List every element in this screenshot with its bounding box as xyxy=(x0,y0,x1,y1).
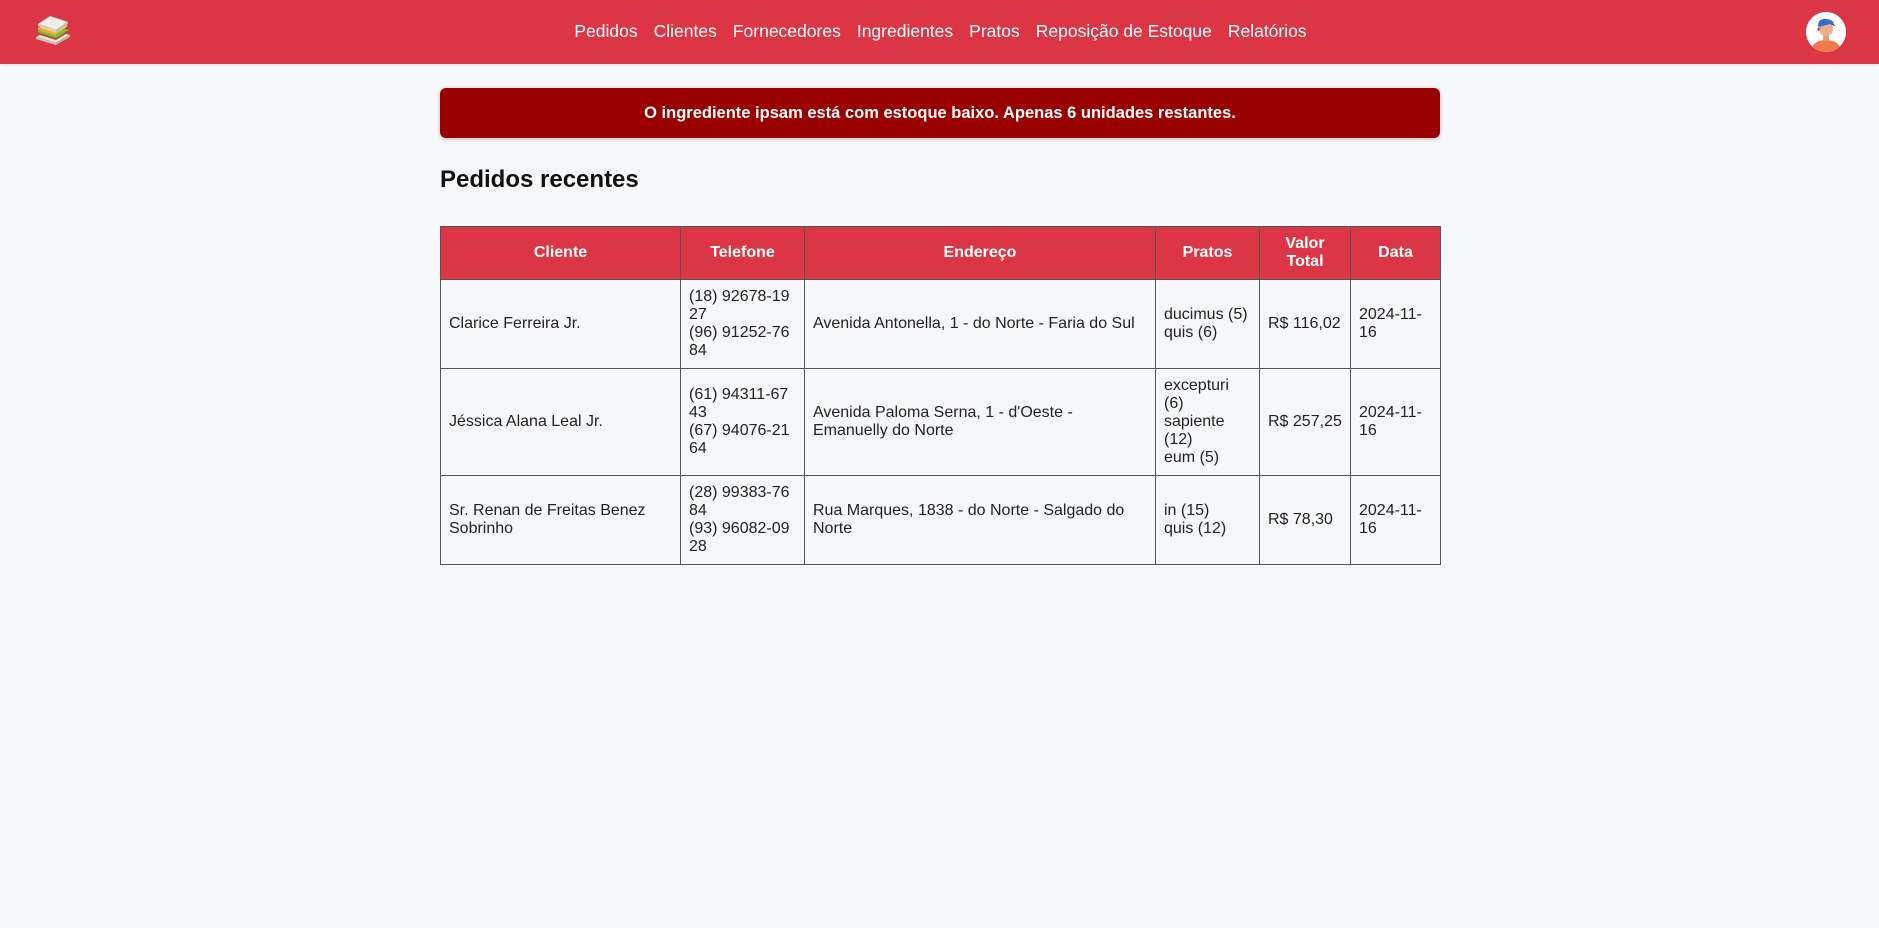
phone-number: (96) 91252-7684 xyxy=(689,324,790,359)
cell-valor-total: R$ 257,25 xyxy=(1259,368,1351,476)
cell-telefone: (28) 99383-7684 (93) 96082-0928 xyxy=(680,475,805,565)
cell-endereco: Avenida Paloma Serna, 1 - d'Oeste - Eman… xyxy=(804,368,1156,476)
cell-pratos: ducimus (5) quis (6) xyxy=(1155,279,1260,369)
cell-valor-total: R$ 78,30 xyxy=(1259,475,1351,565)
phone-number: (61) 94311-6743 xyxy=(689,386,789,421)
table-header-row: Cliente Telefone Endereço Pratos Valor T… xyxy=(440,226,1441,280)
top-navbar: Pedidos Clientes Fornecedores Ingredient… xyxy=(0,0,1879,64)
phone-number: (28) 99383-7684 xyxy=(689,484,790,519)
main-content: O ingrediente ipsam está com estoque bai… xyxy=(440,88,1441,565)
dish-item: quis (12) xyxy=(1164,520,1227,537)
cell-cliente: Jéssica Alana Leal Jr. xyxy=(440,368,681,476)
header-valor-total: Valor Total xyxy=(1259,226,1351,280)
dish-item: quis (6) xyxy=(1164,324,1218,341)
dish-item: excepturi (6) xyxy=(1164,377,1229,412)
table-row: Clarice Ferreira Jr. (18) 92678-1927 (96… xyxy=(440,279,1441,369)
dish-item: sapiente (12) xyxy=(1164,413,1225,448)
main-nav: Pedidos Clientes Fornecedores Ingredient… xyxy=(0,0,1879,64)
page-title: Pedidos recentes xyxy=(440,166,639,193)
cell-data: 2024-11-16 xyxy=(1350,475,1441,565)
header-telefone: Telefone xyxy=(680,226,805,280)
table-row: Sr. Renan de Freitas Benez Sobrinho (28)… xyxy=(440,475,1441,565)
phone-number: (18) 92678-1927 xyxy=(689,288,790,323)
nav-link-fornecedores[interactable]: Fornecedores xyxy=(733,23,841,41)
phone-number: (93) 96082-0928 xyxy=(689,520,790,555)
nav-link-clientes[interactable]: Clientes xyxy=(654,23,717,41)
nav-link-ingredientes[interactable]: Ingredientes xyxy=(857,23,953,41)
cell-data: 2024-11-16 xyxy=(1350,368,1441,476)
low-stock-alert: O ingrediente ipsam está com estoque bai… xyxy=(440,88,1440,138)
cell-cliente: Sr. Renan de Freitas Benez Sobrinho xyxy=(440,475,681,565)
header-cliente: Cliente xyxy=(440,226,681,280)
cell-telefone: (61) 94311-6743 (67) 94076-2164 xyxy=(680,368,805,476)
user-avatar-icon[interactable] xyxy=(1806,12,1846,52)
cell-cliente: Clarice Ferreira Jr. xyxy=(440,279,681,369)
cell-pratos: excepturi (6) sapiente (12) eum (5) xyxy=(1155,368,1260,476)
cell-data: 2024-11-16 xyxy=(1350,279,1441,369)
phone-number: (67) 94076-2164 xyxy=(689,422,790,457)
cell-endereco: Avenida Antonella, 1 - do Norte - Faria … xyxy=(804,279,1156,369)
header-data: Data xyxy=(1350,226,1441,280)
nav-link-reposicao-estoque[interactable]: Reposição de Estoque xyxy=(1036,23,1212,41)
dish-item: eum (5) xyxy=(1164,449,1220,466)
cell-pratos: in (15) quis (12) xyxy=(1155,475,1260,565)
nav-link-pratos[interactable]: Pratos xyxy=(969,23,1020,41)
nav-link-pedidos[interactable]: Pedidos xyxy=(574,23,637,41)
nav-link-relatorios[interactable]: Relatórios xyxy=(1228,23,1307,41)
header-endereco: Endereço xyxy=(804,226,1156,280)
cell-endereco: Rua Marques, 1838 - do Norte - Salgado d… xyxy=(804,475,1156,565)
alert-message: O ingrediente ipsam está com estoque bai… xyxy=(644,103,1236,122)
cell-valor-total: R$ 116,02 xyxy=(1259,279,1351,369)
cell-telefone: (18) 92678-1927 (96) 91252-7684 xyxy=(680,279,805,369)
dish-item: in (15) xyxy=(1164,502,1210,519)
orders-table: Cliente Telefone Endereço Pratos Valor T… xyxy=(440,226,1441,565)
table-row: Jéssica Alana Leal Jr. (61) 94311-6743 (… xyxy=(440,368,1441,476)
header-pratos: Pratos xyxy=(1155,226,1260,280)
dish-item: ducimus (5) xyxy=(1164,306,1248,323)
